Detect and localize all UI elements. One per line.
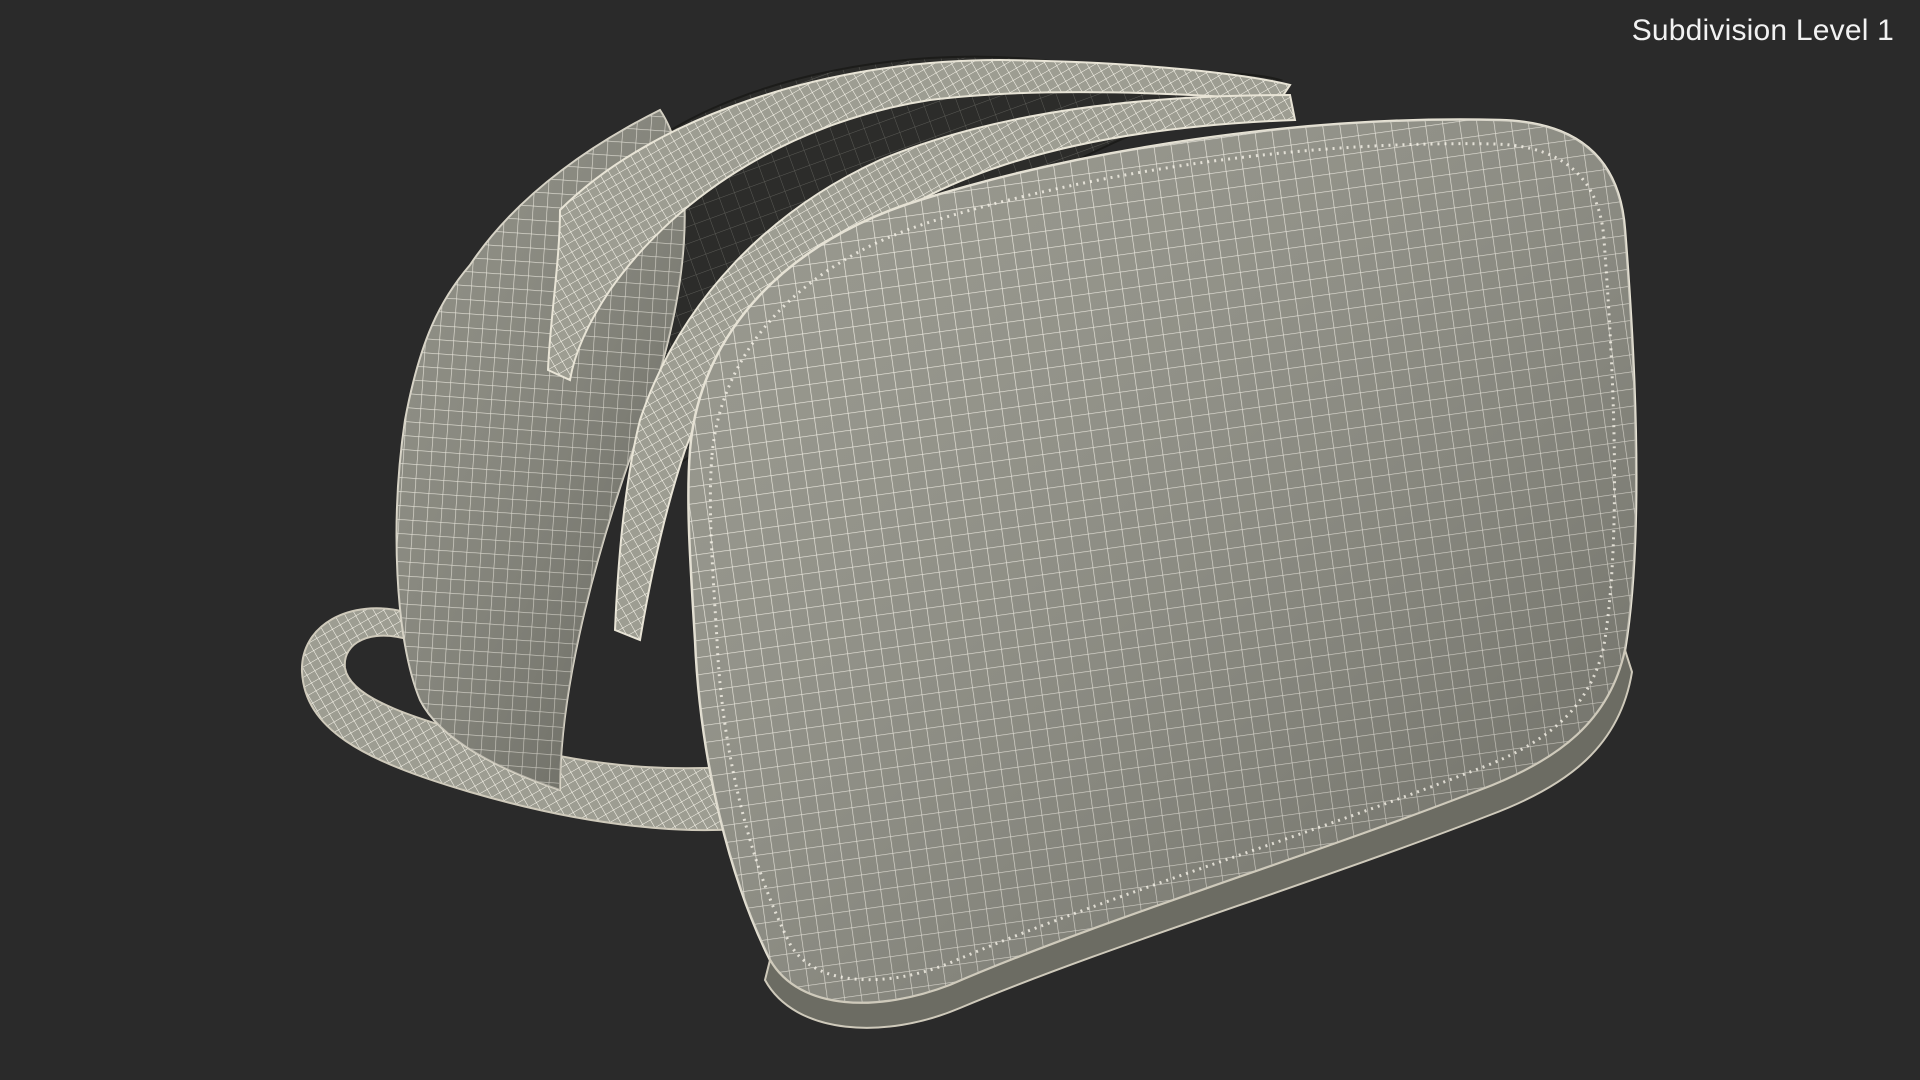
wireframe-render xyxy=(300,55,1638,1029)
bag-front-panel xyxy=(687,118,1638,1005)
render-viewport: Subdivision Level 1 xyxy=(0,0,1920,1080)
subdivision-level-label: Subdivision Level 1 xyxy=(1631,14,1894,47)
